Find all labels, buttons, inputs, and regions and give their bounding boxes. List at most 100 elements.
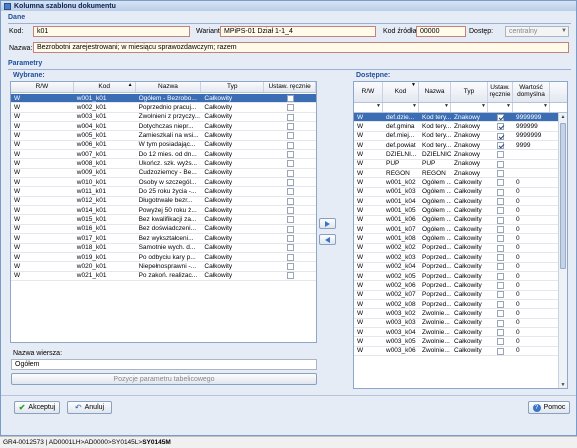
table-row[interactable]: Ww007_k01 Do 12 mies. od dn... Całkowity (11, 150, 316, 160)
manual-set-checkbox[interactable] (286, 94, 294, 102)
table-row[interactable]: Wdef.dzie... Kod tery... Znakowy 9999999 (354, 113, 567, 123)
manual-set-checkbox[interactable] (286, 122, 294, 130)
manual-set-checkbox[interactable] (286, 188, 294, 196)
dostepne-grid[interactable]: R/W Kod ▼ Nazwa Typ Ustaw. ręcznie Wartoś… (353, 81, 568, 389)
table-row[interactable]: Wdef.powiat Kod tery... Znakowy 9999 (354, 141, 567, 151)
manual-set-checkbox[interactable] (286, 104, 294, 112)
manual-set-checkbox[interactable] (286, 207, 294, 215)
nazwa-wiersza-field[interactable]: Ogółem (11, 359, 317, 370)
filter-cell[interactable]: ▼ (383, 103, 419, 112)
table-row[interactable]: W DZIELNI... DZIELNICAZnakowy (354, 150, 567, 160)
pomoc-button[interactable]: ? Pomoc (528, 401, 570, 414)
manual-set-checkbox[interactable] (497, 272, 504, 280)
table-row[interactable]: Ww003_k04 Zwolnie... Całkowity 0 (354, 328, 567, 338)
manual-set-checkbox[interactable] (286, 141, 294, 149)
manual-set-checkbox[interactable] (286, 253, 294, 261)
manual-set-checkbox[interactable] (497, 151, 504, 159)
table-row[interactable]: Ww001_k07 Ogółem ... Całkowity 0 (354, 225, 567, 235)
scroll-up-icon[interactable]: ▲ (559, 113, 567, 121)
table-row[interactable]: Ww004_k01 Dotychczas niepr... Całkowity (11, 122, 316, 132)
table-row[interactable]: Ww002_k08 Poprzed... Całkowity 0 (354, 300, 567, 310)
manual-set-checkbox[interactable] (497, 207, 504, 215)
manual-set-checkbox[interactable] (286, 235, 294, 243)
column-header[interactable]: Ustaw. ręcznie (488, 82, 513, 102)
manual-set-checkbox[interactable] (497, 188, 504, 196)
manual-set-checkbox[interactable] (286, 244, 294, 252)
table-row[interactable]: Ww003_k03 Zwolnie... Całkowity 0 (354, 319, 567, 328)
table-row[interactable]: Ww001_k02 Ogółem ... Całkowity 0 (354, 178, 567, 188)
manual-set-checkbox[interactable] (497, 291, 504, 299)
column-header[interactable]: Wartość domyślna (513, 82, 550, 102)
column-header[interactable]: Nazwa (136, 82, 202, 92)
manual-set-checkbox[interactable] (497, 263, 504, 271)
anuluj-button[interactable]: ↶ Anuluj (67, 401, 112, 414)
nazwa-field[interactable]: Bezrobotni zarejestrowani; w miesiącu sp… (33, 42, 569, 53)
manual-set-checkbox[interactable] (497, 179, 504, 187)
table-row[interactable]: Ww006_k01 W tym posiadając... Całkowity (11, 141, 316, 151)
table-row[interactable]: Ww003_k02 Zwolnie... Całkowity 0 (354, 309, 567, 319)
manual-set-checkbox[interactable] (497, 141, 504, 149)
manual-set-checkbox[interactable] (286, 263, 294, 271)
table-row[interactable]: W REGON REGON Znakowy (354, 169, 567, 179)
filter-cell[interactable]: ▼ (513, 103, 550, 112)
table-row[interactable]: Ww014_k01 Powyżej 50 roku ż... Całkowity (11, 206, 316, 216)
manual-set-checkbox[interactable] (497, 319, 504, 327)
add-parameter-button[interactable] (319, 218, 336, 229)
table-row[interactable]: Ww002_k07 Poprzed... Całkowity 0 (354, 291, 567, 300)
manual-set-checkbox[interactable] (497, 198, 504, 206)
manual-set-checkbox[interactable] (497, 123, 504, 131)
manual-set-checkbox[interactable] (497, 300, 504, 308)
table-row[interactable]: Ww003_k06 Zwolnie... Całkowity 0 (354, 347, 567, 356)
manual-set-checkbox[interactable] (497, 338, 504, 346)
manual-set-checkbox[interactable] (286, 197, 294, 205)
table-row[interactable]: Ww019_k01 Po odbyciu kary p... Całkowity (11, 253, 316, 263)
manual-set-checkbox[interactable] (286, 225, 294, 233)
table-row[interactable]: Ww002_k05 Poprzed... Całkowity 0 (354, 272, 567, 282)
filter-cell[interactable]: ▼ (488, 103, 513, 112)
table-row[interactable]: Wdef.miej... Kod tery... Znakowy 9999999 (354, 132, 567, 142)
column-header[interactable]: Kod ▼ (383, 82, 419, 102)
column-header[interactable]: R/W (354, 82, 383, 102)
manual-set-checkbox[interactable] (286, 160, 294, 168)
table-row[interactable]: Ww001_k04 Ogółem ... Całkowity 0 (354, 197, 567, 207)
manual-set-checkbox[interactable] (497, 310, 504, 318)
manual-set-checkbox[interactable] (497, 347, 504, 355)
scroll-down-icon[interactable]: ▼ (559, 381, 567, 388)
kod-zrodla-field[interactable]: 00000 (416, 26, 466, 37)
filter-cell[interactable]: ▼ (419, 103, 451, 112)
manual-set-checkbox[interactable] (497, 244, 504, 252)
table-row[interactable]: Ww002_k04 Poprzed... Całkowity 0 (354, 263, 567, 272)
manual-set-checkbox[interactable] (286, 113, 294, 121)
wariant-field[interactable]: MPiPS-01 Dział 1-1_4 (220, 26, 376, 37)
manual-set-checkbox[interactable] (286, 179, 294, 187)
table-row[interactable]: Ww020_k01 Niepełnosprawni -... Całkowity (11, 262, 316, 272)
manual-set-checkbox[interactable] (497, 328, 504, 336)
remove-parameter-button[interactable] (319, 234, 336, 245)
filter-cell[interactable]: ▼ (354, 103, 383, 112)
manual-set-checkbox[interactable] (286, 151, 294, 159)
column-header[interactable]: Kod ▲ (74, 82, 136, 92)
column-header[interactable]: Typ (451, 82, 488, 102)
table-row[interactable]: Ww018_k01 Samotnie wych. d... Całkowity (11, 244, 316, 253)
table-row[interactable]: Ww011_k01 Do 25 roku życia -... Całkowity (11, 187, 316, 197)
table-row[interactable]: Ww005_k01 Zamieszkali na wsi... Całkowity (11, 131, 316, 141)
pozycje-parametru-button[interactable]: Pozycje parametru tabelicowego (11, 373, 317, 385)
table-row[interactable]: Ww017_k01 Bez wykształceni... Całkowity (11, 234, 316, 244)
table-row[interactable]: Ww002_k02 Poprzed... Całkowity 0 (354, 244, 567, 254)
table-row[interactable]: Ww009_k01 Cudzoziemcy - Be... Całkowity (11, 169, 316, 179)
table-row[interactable]: Ww003_k01 Zwolnieni z przyczy... Całkowity (11, 113, 316, 123)
manual-set-checkbox[interactable] (286, 132, 294, 140)
akceptuj-button[interactable]: ✔ Akceptuj (14, 401, 60, 414)
table-row[interactable]: Ww021_k01 Po zakoń. realizac... Całkowity (11, 272, 316, 281)
column-header[interactable]: Ustaw. ręcznie (264, 82, 316, 92)
column-header[interactable]: R/W (11, 82, 74, 92)
kod-field[interactable]: k01 (33, 26, 190, 37)
manual-set-checkbox[interactable] (286, 169, 294, 177)
table-row[interactable]: W PUP PUP Znakowy (354, 160, 567, 170)
filter-cell[interactable]: ▼ (451, 103, 488, 112)
manual-set-checkbox[interactable] (497, 132, 504, 140)
manual-set-checkbox[interactable] (497, 160, 504, 168)
table-row[interactable]: Ww001_k03 Ogółem ... Całkowity 0 (354, 188, 567, 198)
table-row[interactable]: Ww003_k05 Zwolnie... Całkowity 0 (354, 337, 567, 347)
manual-set-checkbox[interactable] (497, 113, 504, 121)
